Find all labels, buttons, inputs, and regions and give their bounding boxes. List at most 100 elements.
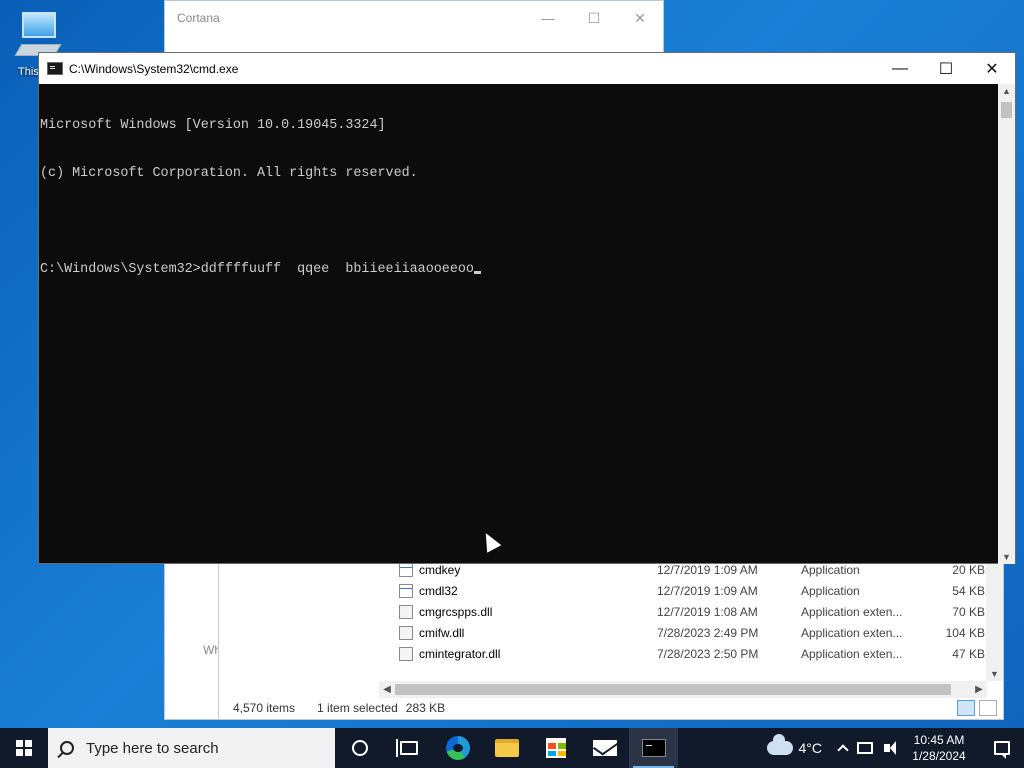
file-name: cmdkey [419, 562, 461, 577]
status-bar: 4,570 items 1 item selected 283 KB [219, 697, 1003, 719]
search-icon [60, 741, 74, 755]
scroll-left-icon[interactable]: ◀ [379, 681, 395, 698]
file-size: 104 KB [945, 625, 985, 640]
item-count: 4,570 items [233, 701, 296, 715]
file-date: 12/7/2019 1:08 AM [657, 604, 758, 619]
notification-icon [994, 741, 1010, 759]
file-name: cmifw.dll [419, 625, 465, 640]
file-explorer-button[interactable] [482, 728, 531, 768]
search-placeholder: Type here to search [86, 739, 219, 757]
mail-icon [592, 740, 617, 756]
file-date: 12/7/2019 1:09 AM [657, 562, 758, 577]
file-date: 7/28/2023 2:49 PM [657, 625, 759, 640]
maximize-icon[interactable]: ☐ [923, 53, 969, 84]
file-size: 70 KB [952, 604, 985, 619]
file-type: Application exten... [801, 604, 903, 619]
network-button[interactable] [854, 728, 876, 768]
file-type: Application exten... [801, 646, 903, 661]
minimize-icon[interactable]: — [877, 53, 923, 84]
volume-button[interactable] [876, 728, 898, 768]
terminal-icon [641, 739, 666, 757]
console-prompt-line[interactable]: C:\Windows\System32>ddffffuuff qqee bbii… [40, 262, 1000, 278]
file-explorer-window: cmdkey 12/7/2019 1:09 AM Application 20 … [218, 540, 1004, 720]
file-row[interactable]: cmdl32 12/7/2019 1:09 AM Application 54 … [379, 580, 987, 601]
clock-date: 1/28/2024 [912, 749, 966, 763]
console-input-text: C:\Windows\System32>ddffffuuff qqee bbii… [40, 262, 474, 277]
file-list: cmdkey 12/7/2019 1:09 AM Application 20 … [379, 559, 987, 664]
cmd-taskbar-button[interactable] [629, 728, 678, 768]
store-button[interactable] [531, 728, 580, 768]
scroll-right-icon[interactable]: ▶ [971, 681, 987, 698]
file-size: 20 KB [952, 562, 985, 577]
app-icon [399, 562, 413, 577]
scroll-down-icon[interactable]: ▼ [998, 552, 1015, 562]
task-view-icon [395, 739, 418, 757]
dll-icon [399, 604, 413, 619]
weather-widget[interactable]: 4°C [766, 734, 823, 756]
scroll-up-icon[interactable]: ▲ [998, 86, 1015, 96]
file-type: Application exten... [801, 625, 903, 640]
dll-icon [399, 646, 413, 661]
minimize-icon[interactable]: — [525, 1, 571, 35]
chevron-up-icon [837, 744, 849, 756]
weather-temp: 4°C [798, 740, 823, 756]
close-icon[interactable]: ✕ [969, 53, 1015, 84]
details-view-icon[interactable] [957, 700, 975, 716]
clock-time: 10:45 AM [913, 733, 965, 747]
file-type: Application [801, 583, 860, 598]
mail-button[interactable] [580, 728, 629, 768]
start-button[interactable] [0, 728, 48, 768]
scrollbar-thumb[interactable] [395, 684, 951, 695]
clock[interactable]: 10:45 AM 1/28/2024 [904, 732, 974, 764]
file-date: 7/28/2023 2:50 PM [657, 646, 759, 661]
console-output[interactable]: Microsoft Windows [Version 10.0.19045.33… [39, 84, 1000, 564]
dll-icon [399, 625, 413, 640]
task-view-button[interactable] [384, 728, 433, 768]
selection-size: 283 KB [405, 701, 446, 715]
large-icons-view-icon[interactable] [979, 700, 997, 716]
file-row[interactable]: cmifw.dll 7/28/2023 2:49 PM Application … [379, 622, 987, 643]
cortana-button[interactable] [335, 728, 384, 768]
show-hidden-icons-button[interactable] [832, 728, 854, 768]
app-icon [399, 583, 413, 598]
file-type: Application [801, 562, 860, 577]
file-size: 47 KB [952, 646, 985, 661]
taskbar: Type here to search 4°C 10:45 AM 1/28/20… [0, 728, 1024, 768]
edge-icon [445, 736, 470, 760]
network-icon [857, 742, 873, 754]
text-cursor [473, 271, 481, 274]
vertical-scrollbar[interactable]: ▲ ▼ [998, 84, 1015, 564]
console-line: (c) Microsoft Corporation. All rights re… [40, 166, 418, 181]
cmd-window[interactable]: C:\Windows\System32\cmd.exe — ☐ ✕ Micros… [38, 52, 1016, 564]
file-name: cmgrcspps.dll [419, 604, 493, 619]
console-line: Microsoft Windows [Version 10.0.19045.33… [40, 118, 386, 133]
cortana-icon [351, 740, 368, 756]
cmd-titlebar[interactable]: C:\Windows\System32\cmd.exe [39, 53, 1015, 84]
cloud-icon [766, 734, 793, 755]
scroll-down-icon[interactable]: ▼ [986, 669, 1003, 679]
store-icon [545, 738, 566, 758]
horizontal-scrollbar[interactable]: ◀ ▶ [379, 681, 987, 698]
system-tray: 4°C 10:45 AM 1/28/2024 [766, 728, 1024, 768]
file-name: cmintegrator.dll [419, 646, 501, 661]
close-icon[interactable]: ✕ [617, 1, 663, 35]
desktop-icon-label: This [18, 66, 39, 78]
windows-logo-icon [16, 740, 32, 756]
file-row[interactable]: cmintegrator.dll 7/28/2023 2:50 PM Appli… [379, 643, 987, 664]
file-size: 54 KB [952, 583, 985, 598]
maximize-icon[interactable]: ☐ [571, 1, 617, 35]
file-date: 12/7/2019 1:09 AM [657, 583, 758, 598]
folder-icon [494, 739, 519, 757]
scrollbar-thumb[interactable] [1001, 102, 1012, 118]
file-row[interactable]: cmgrcspps.dll 12/7/2019 1:08 AM Applicat… [379, 601, 987, 622]
cmd-icon [47, 62, 63, 75]
taskbar-search-box[interactable]: Type here to search [48, 728, 335, 768]
file-name: cmdl32 [419, 583, 458, 598]
notification-button[interactable] [980, 728, 1024, 768]
vertical-scrollbar[interactable]: ▼ [986, 559, 1003, 681]
cmd-title: C:\Windows\System32\cmd.exe [69, 61, 239, 76]
speaker-muted-icon [884, 741, 896, 755]
selection-count: 1 item selected [317, 701, 398, 715]
edge-button[interactable] [433, 728, 482, 768]
